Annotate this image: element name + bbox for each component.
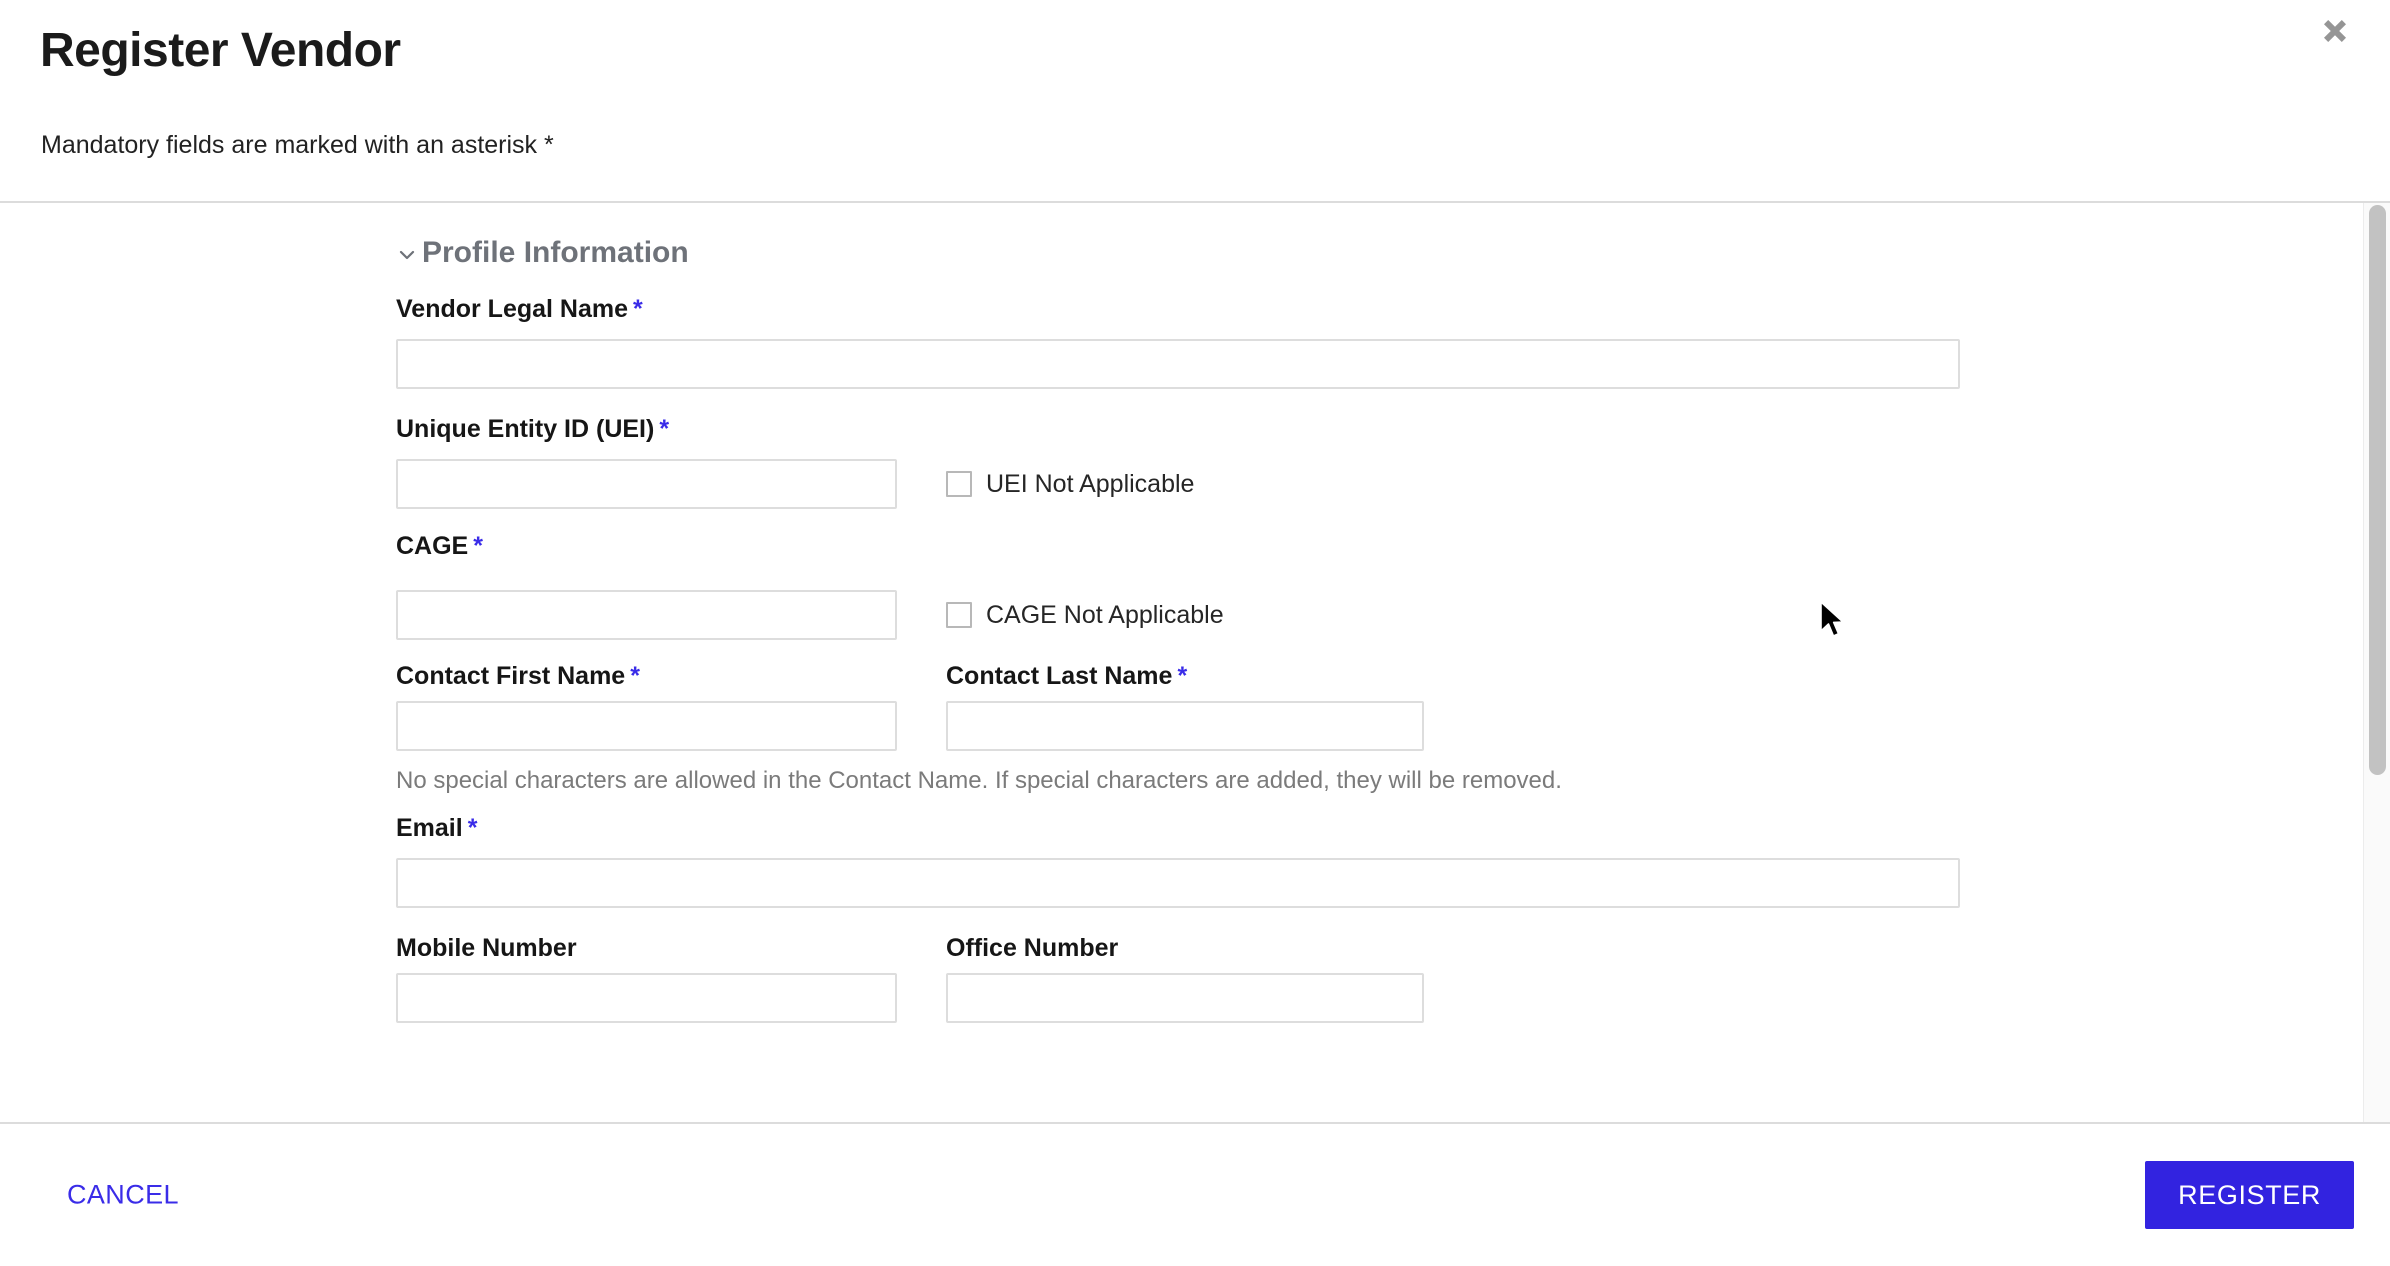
cage-label: CAGE — [396, 532, 469, 560]
required-asterisk: * — [633, 295, 643, 323]
email-input[interactable] — [396, 857, 1960, 908]
modal-footer: CANCEL REGISTER — [0, 1122, 2390, 1266]
checkbox-box-icon[interactable] — [946, 471, 972, 497]
field-label: Unique Entity ID (UEI) * — [396, 415, 1960, 444]
modal-body: Profile Information Vendor Legal Name * U… — [0, 203, 2390, 1122]
chevron-down-icon — [396, 244, 418, 266]
uei-row: UEI Not Applicable — [396, 459, 1960, 509]
label-row: CAGE * — [396, 532, 1960, 566]
cage-not-applicable-checkbox[interactable]: CAGE Not Applicable — [946, 602, 1224, 628]
label-row: Vendor Legal Name * — [396, 295, 1960, 329]
contact-name-label-row: Contact First Name * Contact Last Name * — [396, 662, 1960, 691]
contact-last-name-label: Contact Last Name — [946, 662, 1173, 690]
contact-first-name-input[interactable] — [396, 700, 897, 751]
office-number-label: Office Number — [946, 933, 1119, 962]
checkbox-box-icon[interactable] — [946, 602, 972, 628]
required-asterisk: * — [473, 532, 483, 560]
close-icon — [2318, 14, 2352, 48]
section-title: Profile Information — [422, 236, 689, 269]
label-row: Email * — [396, 814, 1960, 848]
field-phone-numbers: Mobile Number Office Number — [396, 934, 1960, 1024]
mobile-number-input[interactable] — [396, 973, 897, 1024]
phone-label-row: Mobile Number Office Number — [396, 934, 1960, 963]
field-label: Contact First Name * — [396, 662, 897, 691]
contact-name-input-row — [396, 700, 1960, 751]
field-vendor-legal-name: Vendor Legal Name * — [396, 295, 1960, 389]
field-cage: CAGE * CAGE Not Applicable — [396, 532, 1960, 640]
uei-not-applicable-checkbox[interactable]: UEI Not Applicable — [946, 471, 1194, 497]
field-label: Contact Last Name * — [946, 662, 1424, 691]
required-asterisk: * — [467, 813, 478, 842]
register-vendor-modal: Register Vendor Mandatory fields are mar… — [0, 0, 2390, 1266]
mobile-number-label: Mobile Number — [396, 933, 577, 962]
register-button[interactable]: REGISTER — [2145, 1161, 2354, 1229]
field-uei: Unique Entity ID (UEI) * UEI Not Applicab… — [396, 415, 1960, 509]
mandatory-fields-note: Mandatory fields are marked with an aste… — [41, 131, 554, 159]
field-email: Email * — [396, 814, 1960, 908]
page-title: Register Vendor — [40, 24, 401, 77]
office-number-input[interactable] — [946, 973, 1424, 1024]
scrollbar-thumb[interactable] — [2369, 205, 2386, 775]
contact-first-name-label: Contact First Name — [396, 662, 626, 690]
field-label: Email * — [396, 814, 1960, 843]
close-button[interactable] — [2312, 8, 2358, 54]
cage-not-applicable-label: CAGE Not Applicable — [986, 600, 1224, 629]
required-asterisk: * — [630, 662, 640, 690]
vendor-legal-name-label: Vendor Legal Name — [396, 295, 629, 323]
field-contact-names: Contact First Name * Contact Last Name * N… — [396, 662, 1960, 796]
contact-name-helper-text: No special characters are allowed in the… — [396, 766, 1562, 794]
uei-label: Unique Entity ID (UEI) — [396, 415, 655, 443]
cage-input[interactable] — [396, 590, 897, 640]
vendor-registration-form: Profile Information Vendor Legal Name * U… — [396, 203, 1960, 1024]
field-label: Vendor Legal Name * — [396, 295, 1960, 324]
cage-row: CAGE Not Applicable — [396, 576, 1960, 640]
vertical-scrollbar[interactable] — [2363, 203, 2390, 1122]
required-asterisk: * — [659, 415, 670, 443]
label-row: Unique Entity ID (UEI) * — [396, 415, 1960, 449]
modal-header: Register Vendor Mandatory fields are mar… — [0, 0, 2390, 203]
phone-input-row — [396, 973, 1960, 1024]
field-label: CAGE * — [396, 532, 1960, 561]
required-asterisk: * — [1177, 662, 1188, 690]
cancel-button[interactable]: CANCEL — [63, 1172, 183, 1219]
contact-last-name-input[interactable] — [946, 700, 1424, 751]
uei-not-applicable-label: UEI Not Applicable — [986, 469, 1195, 498]
vendor-legal-name-input[interactable] — [396, 339, 1960, 389]
email-label: Email — [396, 813, 463, 842]
section-profile-information-toggle[interactable]: Profile Information — [396, 236, 689, 269]
uei-input[interactable] — [396, 459, 897, 509]
